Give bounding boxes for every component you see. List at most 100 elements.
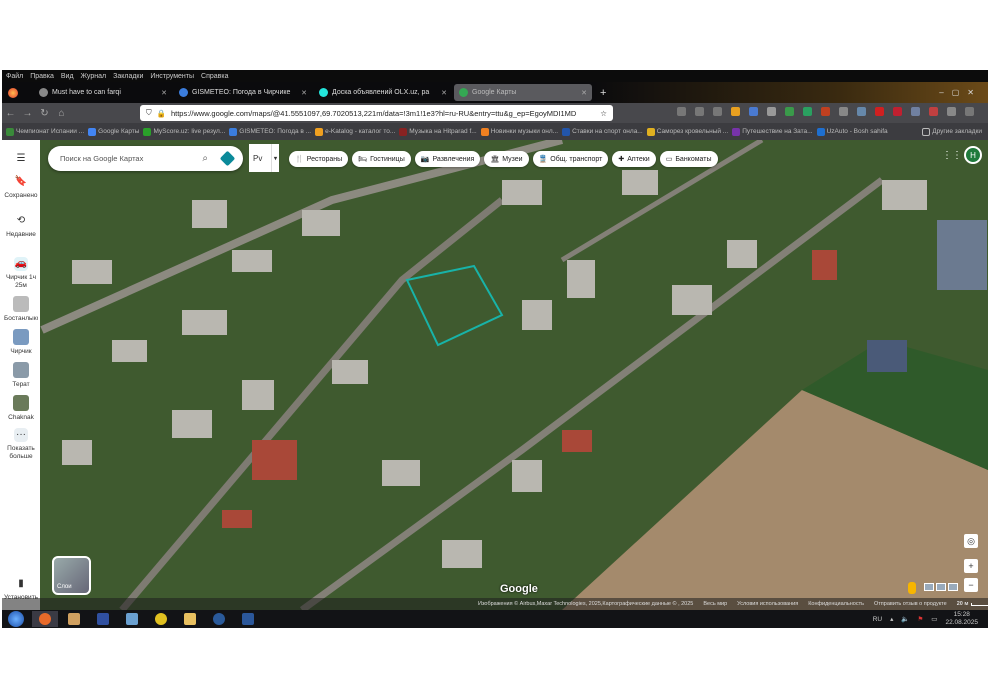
menu-file[interactable]: Файл: [6, 73, 23, 80]
extension-icon[interactable]: [893, 107, 902, 116]
thumbnail[interactable]: [936, 583, 946, 591]
extension-icon[interactable]: [821, 107, 830, 116]
tab-olx[interactable]: Доска объявлений OLX.uz, ра ✕: [314, 84, 452, 101]
star-icon[interactable]: ☆: [600, 109, 607, 118]
saved-button[interactable]: 🔖 Сохранено: [4, 175, 37, 200]
other-bookmarks[interactable]: Другие закладки: [922, 127, 988, 136]
extension-icon[interactable]: [731, 107, 740, 116]
extension-icon[interactable]: [839, 107, 848, 116]
menu-help[interactable]: Справка: [201, 73, 228, 80]
recent-place[interactable]: Терат: [12, 362, 30, 389]
bookmark-item[interactable]: UzAuto - Bosh sahifa: [816, 127, 888, 136]
chip-transit[interactable]: 🚆 Общ. транспорт: [532, 151, 609, 167]
scale-bar[interactable]: 20 м: [957, 601, 988, 607]
taskbar-firefox[interactable]: [32, 611, 58, 627]
chip-entertainment[interactable]: 📷 Развлечения: [414, 151, 481, 167]
bookmark-item[interactable]: e-Katalog - каталог то...: [315, 127, 395, 136]
link-privacy[interactable]: Конфиденциальность: [808, 601, 864, 607]
chip-atms[interactable]: ▭ Банкоматы: [659, 151, 718, 167]
back-icon[interactable]: ←: [2, 108, 19, 119]
satellite-map[interactable]: ☰ 🔖 Сохранено ⟲ Недавние 🚗 Чирчик 1ч 25м Бо…: [2, 140, 988, 610]
taskbar-app[interactable]: [206, 611, 232, 627]
close-icon[interactable]: ✕: [301, 89, 307, 97]
close-icon[interactable]: ✕: [161, 89, 167, 97]
extension-icon[interactable]: [911, 107, 920, 116]
tab-google-maps[interactable]: Google Карты ✕: [454, 84, 592, 101]
bookmark-item[interactable]: MyScore.uz: live резул...: [143, 127, 225, 136]
reload-icon[interactable]: ↻: [36, 108, 53, 119]
zoom-in-button[interactable]: +: [964, 559, 978, 573]
menu-tools[interactable]: Инструменты: [150, 73, 194, 80]
bookmark-item[interactable]: Ставки на спорт онла...: [562, 127, 643, 136]
chip-museums[interactable]: 🏛 Музеи: [484, 151, 529, 167]
taskbar-save[interactable]: [90, 611, 116, 627]
bookmark-item[interactable]: Чемпионат Испании ...: [6, 127, 84, 136]
extension-icon[interactable]: [875, 107, 884, 116]
tray-arrow-icon[interactable]: ▴: [890, 615, 893, 623]
volume-icon[interactable]: 🔈: [901, 615, 909, 623]
window-controls[interactable]: –▢✕: [939, 88, 988, 97]
tab-must-have[interactable]: Must have to can farqi ✕: [34, 84, 172, 101]
directions-icon[interactable]: [219, 150, 236, 167]
bookmark-item[interactable]: Музыка на Hitparad f...: [399, 127, 477, 136]
language-select[interactable]: Рv ▾: [249, 144, 279, 172]
taskbar-app[interactable]: [119, 611, 145, 627]
menu-view[interactable]: Вид: [61, 73, 74, 80]
search-box[interactable]: Поиск на Google Картах ⌕: [48, 146, 243, 171]
recent-place[interactable]: Бостанлыкский...: [4, 296, 38, 323]
firefox-icon[interactable]: [8, 87, 18, 98]
close-icon[interactable]: ✕: [441, 89, 447, 97]
recent-button[interactable]: ⟲ Недавние: [6, 214, 36, 239]
extension-icon[interactable]: [749, 107, 758, 116]
close-icon[interactable]: ✕: [581, 89, 587, 97]
menu-edit[interactable]: Правка: [30, 73, 54, 80]
link-feedback[interactable]: Отправить отзыв о продукте: [874, 601, 947, 607]
search-input[interactable]: Поиск на Google Картах: [60, 154, 143, 163]
bookmark-item[interactable]: Путешествие на Зата...: [732, 127, 813, 136]
library-icon[interactable]: [695, 107, 704, 116]
chip-hotels[interactable]: 🛏 Гостиницы: [352, 151, 411, 167]
zoom-out-button[interactable]: −: [964, 578, 978, 592]
bookmark-item[interactable]: Новинки музыки онл...: [480, 127, 558, 136]
search-icon[interactable]: ⌕: [202, 153, 208, 164]
menu-bookmarks[interactable]: Закладки: [113, 73, 143, 80]
thumbnail[interactable]: [948, 583, 958, 591]
network-icon[interactable]: ▭: [931, 615, 937, 623]
clock[interactable]: 15:28 22.08.2025: [945, 611, 978, 627]
new-tab-button[interactable]: +: [600, 87, 606, 99]
avatar[interactable]: Н: [964, 146, 982, 164]
chip-restaurants[interactable]: 🍴 Рестораны: [289, 151, 349, 167]
bookmark-item[interactable]: GISMETEO: Погода в ...: [229, 127, 311, 136]
link-terms[interactable]: Условия использования: [737, 601, 798, 607]
show-more-button[interactable]: ··· Показать больше: [2, 428, 40, 461]
thumbnail[interactable]: [924, 583, 934, 591]
taskbar-app[interactable]: [148, 611, 174, 627]
extension-icon[interactable]: [929, 107, 938, 116]
taskbar-paint[interactable]: [61, 611, 87, 627]
menu-icon[interactable]: [965, 107, 974, 116]
satellite-imagery[interactable]: [2, 140, 988, 610]
menu-button[interactable]: ☰: [14, 146, 28, 169]
bookmark-item[interactable]: Google Карты: [88, 127, 139, 136]
link-world[interactable]: Весь мир: [703, 601, 727, 607]
commute-button[interactable]: 🚗 Чирчик 1ч 25м: [5, 257, 37, 290]
pocket-icon[interactable]: [677, 107, 686, 116]
chip-pharmacies[interactable]: ✚ Аптеки: [612, 151, 656, 167]
language-indicator[interactable]: RU: [873, 616, 882, 623]
layers-button[interactable]: Слои: [52, 556, 91, 595]
tab-gismeteo[interactable]: GISMETEO: Погода в Чирчике ✕: [174, 84, 312, 101]
recent-place[interactable]: Чирчик: [10, 329, 32, 356]
forward-icon[interactable]: →: [19, 108, 36, 119]
home-icon[interactable]: ⌂: [53, 108, 70, 119]
extension-icon[interactable]: [857, 107, 866, 116]
taskbar-explorer[interactable]: [177, 611, 203, 627]
flag-icon[interactable]: ⚑: [917, 615, 923, 623]
bookmark-item[interactable]: Саморез кровельный ...: [646, 127, 728, 136]
apps-grid-icon[interactable]: ⋮⋮: [942, 150, 962, 161]
extension-icon[interactable]: [803, 107, 812, 116]
location-icon[interactable]: ◎: [964, 534, 978, 548]
menu-history[interactable]: Журнал: [81, 73, 107, 80]
extension-icon[interactable]: [947, 107, 956, 116]
extension-icon[interactable]: [785, 107, 794, 116]
pegman-icon[interactable]: [908, 582, 916, 594]
